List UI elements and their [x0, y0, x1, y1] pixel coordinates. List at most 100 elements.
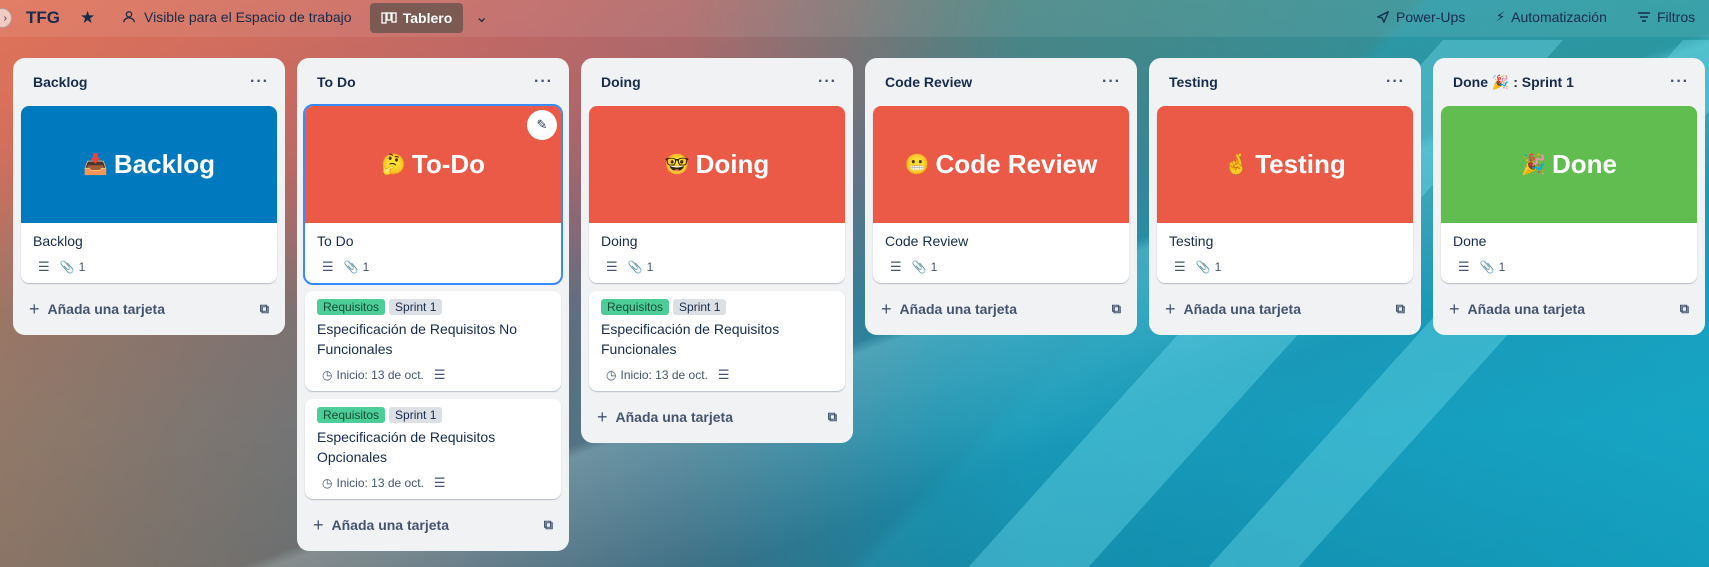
date-badge[interactable]: ◷ Inicio: 13 de oct. [322, 368, 424, 382]
description-icon: ☰ [433, 475, 446, 490]
card[interactable]: 🎉 Done Done ☰ 📎 1 [1441, 106, 1697, 283]
attachment-badge: 📎 1 [912, 260, 938, 274]
powerups-button[interactable]: Power-Ups [1376, 9, 1465, 25]
card[interactable]: Requisitos Sprint 1 Especificación de Re… [305, 291, 561, 391]
chevron-right-icon: › [3, 12, 7, 24]
add-card-button[interactable]: + Añada una tarjeta ⧉ [21, 291, 277, 327]
attachment-badge: 📎 1 [1196, 260, 1222, 274]
add-card-button[interactable]: + Añada una tarjeta ⧉ [1157, 291, 1413, 327]
template-icon[interactable]: ⧉ [1112, 301, 1121, 317]
attachment-badge: 📎 1 [344, 260, 370, 274]
add-card-label: Añada una tarjeta [331, 517, 449, 533]
add-card-button[interactable]: + Añada una tarjeta ⧉ [1441, 291, 1697, 327]
board-view-button[interactable]: Tablero [370, 3, 463, 33]
description-icon: ☰ [890, 259, 902, 274]
filter-icon [1638, 12, 1650, 22]
card-cover: 🤔 To-Do [305, 106, 561, 223]
card-title: Especificación de Requisitos Funcionales [601, 321, 780, 357]
attachment-count: 1 [646, 260, 654, 274]
board-title[interactable]: TFG [26, 8, 60, 28]
card-title: Backlog [33, 233, 83, 249]
label-sprint[interactable]: Sprint 1 [673, 299, 727, 315]
card[interactable]: Requisitos Sprint 1 Especificación de Re… [305, 399, 561, 499]
rocket-icon [1377, 11, 1389, 23]
list-title[interactable]: Backlog [33, 74, 87, 90]
cover-text: To-Do [411, 149, 486, 179]
template-icon[interactable]: ⧉ [260, 301, 269, 317]
template-icon[interactable]: ⧉ [1680, 301, 1689, 317]
list-title[interactable]: Done 🎉 : Sprint 1 [1453, 74, 1574, 91]
add-card-button[interactable]: + Añada una tarjeta ⧉ [305, 507, 561, 543]
automation-label: Automatización [1511, 9, 1607, 25]
list-header: Code Review ··· [873, 58, 1129, 106]
card[interactable]: 🤔 To-Do ✎ To Do ☰ 📎 1 [303, 104, 563, 285]
sidebar-collapse-button[interactable]: › [0, 8, 12, 28]
card[interactable]: 🤓 Doing Doing ☰ 📎 1 [589, 106, 845, 283]
paperclip-icon: 📎 [343, 260, 359, 274]
list-header: Testing ··· [1157, 58, 1413, 106]
clock-icon: ◷ [322, 476, 333, 490]
description-icon: ☰ [1458, 259, 1470, 274]
description-icon: ☰ [322, 259, 334, 274]
label-requisitos[interactable]: Requisitos [601, 299, 670, 315]
chevron-down-icon[interactable]: ⌄ [475, 7, 488, 27]
card[interactable]: 😬 Code Review Code Review ☰ 📎 1 [873, 106, 1129, 283]
card-cover: 📥 Backlog [21, 106, 277, 223]
visibility-button[interactable]: Visible para el Espacio de trabajo [122, 9, 352, 25]
list-todo[interactable]: To Do ··· 🤔 To-Do ✎ To Do ☰ 📎 1 Requisito… [297, 58, 569, 551]
add-card-label: Añada una tarjeta [47, 301, 165, 317]
label-requisitos[interactable]: Requisitos [317, 407, 386, 423]
description-icon: ☰ [433, 367, 446, 382]
inbox-emoji-icon: 📥 [82, 154, 108, 176]
list-testing[interactable]: Testing ··· 🤞 Testing Testing ☰ 📎 1 + Añad… [1149, 58, 1421, 335]
plus-icon: + [313, 514, 324, 535]
powerups-label: Power-Ups [1396, 9, 1466, 25]
list-title[interactable]: Testing [1169, 74, 1218, 90]
date-label: Inicio: 13 de oct. [336, 368, 424, 382]
add-card-button[interactable]: + Añada una tarjeta ⧉ [589, 399, 845, 435]
card[interactable]: 📥 Backlog Backlog ☰ 📎 1 [21, 106, 277, 283]
list-doing[interactable]: Doing ··· 🤓 Doing Doing ☰ 📎 1 Requisitos … [581, 58, 853, 443]
more-icon[interactable]: ··· [1386, 73, 1405, 91]
card[interactable]: 🤞 Testing Testing ☰ 📎 1 [1157, 106, 1413, 283]
star-icon[interactable]: ★ [80, 8, 95, 28]
card[interactable]: Requisitos Sprint 1 Especificación de Re… [589, 291, 845, 391]
label-sprint[interactable]: Sprint 1 [389, 299, 443, 315]
list-code-review[interactable]: Code Review ··· 😬 Code Review Code Revie… [865, 58, 1137, 335]
automation-button[interactable]: ⚡ Automatización [1496, 9, 1607, 25]
filters-button[interactable]: Filtros [1637, 9, 1695, 25]
card-title: Especificación de Requisitos No Funciona… [317, 321, 517, 357]
pencil-icon[interactable]: ✎ [527, 110, 557, 140]
date-badge[interactable]: ◷ Inicio: 13 de oct. [322, 476, 424, 490]
description-icon: ☰ [38, 259, 50, 274]
card-title: Testing [1169, 233, 1214, 249]
more-icon[interactable]: ··· [818, 73, 837, 91]
label-requisitos[interactable]: Requisitos [317, 299, 386, 315]
attachment-badge: 📎 1 [60, 260, 86, 274]
list-title[interactable]: Code Review [885, 74, 972, 90]
board-header: › TFG ★ Visible para el Espacio de traba… [0, 0, 1709, 37]
paperclip-icon: 📎 [627, 260, 643, 274]
template-icon[interactable]: ⧉ [1396, 301, 1405, 317]
thinking-emoji-icon: 🤔 [380, 154, 406, 176]
cover-text: Doing [695, 149, 770, 179]
more-icon[interactable]: ··· [1670, 73, 1689, 91]
list-done[interactable]: Done 🎉 : Sprint 1 ··· 🎉 Done Done ☰ 📎 1 +… [1433, 58, 1705, 335]
more-icon[interactable]: ··· [1102, 73, 1121, 91]
list-header: To Do ··· [305, 58, 561, 106]
attachment-badge: 📎 1 [628, 260, 654, 274]
more-icon[interactable]: ··· [250, 73, 269, 91]
list-title[interactable]: To Do [317, 74, 356, 90]
template-icon[interactable]: ⧉ [828, 409, 837, 425]
more-icon[interactable]: ··· [534, 73, 553, 91]
list-title[interactable]: Doing [601, 74, 641, 90]
label-sprint[interactable]: Sprint 1 [389, 407, 443, 423]
date-badge[interactable]: ◷ Inicio: 13 de oct. [606, 368, 708, 382]
date-label: Inicio: 13 de oct. [336, 476, 424, 490]
add-card-button[interactable]: + Añada una tarjeta ⧉ [873, 291, 1129, 327]
add-card-label: Añada una tarjeta [899, 301, 1017, 317]
template-icon[interactable]: ⧉ [544, 517, 553, 533]
cover-text: Code Review [935, 149, 1098, 179]
list-header: Done 🎉 : Sprint 1 ··· [1441, 58, 1697, 106]
list-backlog[interactable]: Backlog ··· 📥 Backlog Backlog ☰ 📎 1 + Añad… [13, 58, 285, 335]
